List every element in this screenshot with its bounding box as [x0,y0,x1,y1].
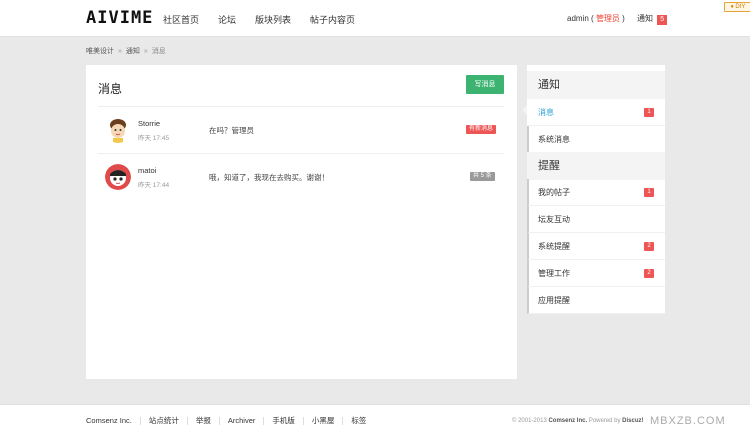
sidebar-item-label: 我的帖子 [538,188,570,197]
message-row[interactable]: Storrie 昨天 17:45 在吗？管理员 有新消息 [98,107,504,153]
sidebar-heading-remind: 提醒 [527,152,665,180]
count-badge: 1 [644,108,654,117]
sidebar-item-app-reminders[interactable]: 应用提醒 [527,287,665,314]
message-text[interactable]: 在吗？管理员 [209,125,254,136]
sidebar-item-messages[interactable]: 消息 1 [527,99,665,126]
footer-links: Comsenz Inc. 站点统计 举报 Archiver 手机版 小黑屋 标签 [86,417,374,425]
site-logo[interactable]: AIVIME [86,8,153,28]
notice-sidebar: 通知 消息 1 系统消息 提醒 我的帖子 1 坛友互动 系统提醒 2 管理工作 … [522,65,665,314]
sender-name[interactable]: matoi [138,166,156,175]
powered-by-name[interactable]: Discuz! [622,418,643,424]
new-message-tag: 有新消息 [466,125,497,134]
sender-name[interactable]: Storrie [138,119,160,128]
user-name[interactable]: admin [567,14,589,23]
write-message-button[interactable]: 写消息 [466,75,504,94]
sidebar-item-label: 管理工作 [538,269,570,278]
role-bracket-close: ) [622,14,625,23]
sidebar-item-label: 系统消息 [538,135,570,144]
count-badge: 2 [644,269,654,278]
footer-link-tags[interactable]: 标签 [342,417,374,425]
sidebar-item-my-posts[interactable]: 我的帖子 1 [527,179,665,206]
page-footer: Comsenz Inc. 站点统计 举报 Archiver 手机版 小黑屋 标签… [0,404,750,436]
user-info: admin ( 管理员 ) [567,13,625,24]
avatar[interactable] [105,117,131,143]
footer-link-stats[interactable]: 站点统计 [139,417,187,425]
footer-link-comsenz[interactable]: Comsenz Inc. [86,417,140,425]
message-panel: 消息 写消息 Storrie 昨天 17:45 在吗？管理员 有新消息 mato… [86,65,517,379]
main-nav: 社区首页 论坛 版块列表 帖子内容页 [163,13,374,26]
breadcrumb-notice[interactable]: 通知 [126,48,140,55]
top-header: AIVIME 社区首页 论坛 版块列表 帖子内容页 admin ( 管理员 ) … [0,0,750,37]
copyright-years: © 2001-2013 [512,418,547,424]
powered-by-label: Powered by [588,418,621,424]
sidebar-item-label: 消息 [538,108,554,117]
nav-home[interactable]: 社区首页 [163,13,199,26]
notice-link[interactable]: 通知 5 [637,13,668,25]
user-role[interactable]: 管理员 [596,14,620,23]
sidebar-heading-notice: 通知 [527,71,665,99]
message-count-tag: 共 5 条 [470,172,495,181]
sidebar-item-label: 坛友互动 [538,215,570,224]
avatar[interactable] [105,164,131,190]
page-title: 消息 [98,82,123,96]
watermark: MBXZB.COM [650,415,726,427]
message-text[interactable]: 哦，知道了，我现在去购买。谢谢！ [209,172,329,183]
nav-thread-page[interactable]: 帖子内容页 [310,13,355,26]
breadcrumb-current: 消息 [151,48,166,55]
copyright-company[interactable]: Comsenz Inc. [548,418,587,424]
footer-link-blacklist[interactable]: 小黑屋 [302,417,343,425]
diy-button[interactable]: ♦ DIY [724,2,750,12]
sidebar-item-label: 系统提醒 [538,242,570,251]
nav-forum[interactable]: 论坛 [218,13,236,26]
sidebar-item-admin-work[interactable]: 管理工作 2 [527,260,665,287]
notice-count-badge: 5 [657,15,668,25]
footer-link-mobile[interactable]: 手机版 [263,417,303,425]
notice-label: 通知 [637,14,653,23]
message-time: 昨天 17:45 [138,135,170,142]
copyright: © 2001-2013 Comsenz Inc. Powered by Disc… [512,418,644,424]
breadcrumb-separator: » [118,48,122,55]
role-bracket-open: ( [591,14,594,23]
sidebar-item-system-messages[interactable]: 系统消息 [527,126,665,153]
message-row[interactable]: matoi 昨天 17:44 哦，知道了，我现在去购买。谢谢！ 共 5 条 [98,154,504,200]
sidebar-item-label: 应用提醒 [538,296,570,305]
count-badge: 1 [644,188,654,197]
message-time: 昨天 17:44 [138,182,170,189]
sidebar-item-interactions[interactable]: 坛友互动 [527,206,665,233]
footer-link-report[interactable]: 举报 [186,417,219,425]
sidebar-item-system-reminders[interactable]: 系统提醒 2 [527,233,665,260]
nav-board-list[interactable]: 版块列表 [255,13,291,26]
breadcrumb-separator: » [143,48,148,55]
breadcrumb-home[interactable]: 唯美设计 [86,48,114,55]
footer-link-archiver[interactable]: Archiver [218,417,264,425]
breadcrumb: 唯美设计» 通知» 消息 [86,46,166,56]
count-badge: 2 [644,242,654,251]
